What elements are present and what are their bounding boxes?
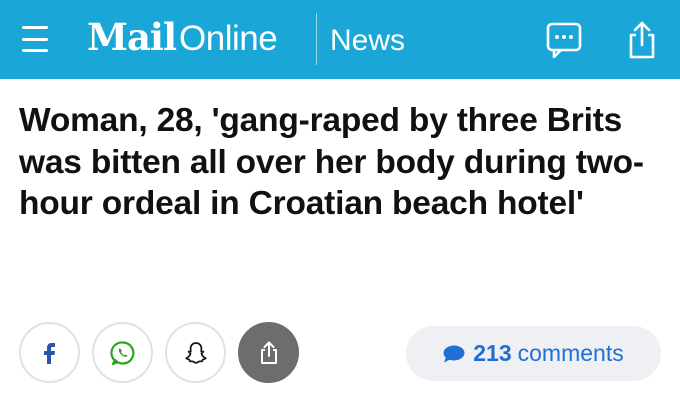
whatsapp-share-button[interactable] xyxy=(92,322,153,383)
section-name[interactable]: News xyxy=(330,24,405,58)
share-icon[interactable] xyxy=(623,20,661,60)
snapchat-share-button[interactable] xyxy=(165,322,226,383)
comment-bubble-icon xyxy=(443,345,465,362)
share-icon xyxy=(260,341,277,364)
facebook-icon xyxy=(43,342,55,364)
comments-label: comments xyxy=(517,340,624,366)
comments-button[interactable]: 213 comments xyxy=(406,326,661,381)
site-header: Mail Online News xyxy=(0,0,680,79)
article-headline: Woman, 28, 'gang-raped by three Brits wa… xyxy=(19,102,644,222)
site-logo[interactable]: Mail Online xyxy=(87,15,278,59)
comments-count: 213 xyxy=(473,340,512,366)
logo-mail-text: Mail xyxy=(87,15,177,59)
whatsapp-icon xyxy=(109,340,134,365)
facebook-share-button[interactable] xyxy=(19,322,80,383)
logo-online-text: Online xyxy=(179,19,278,58)
comment-bubble-icon[interactable] xyxy=(545,20,583,60)
snapchat-icon xyxy=(184,341,207,364)
menu-icon[interactable] xyxy=(22,26,48,52)
header-divider xyxy=(316,13,317,65)
more-share-button[interactable] xyxy=(238,322,299,383)
